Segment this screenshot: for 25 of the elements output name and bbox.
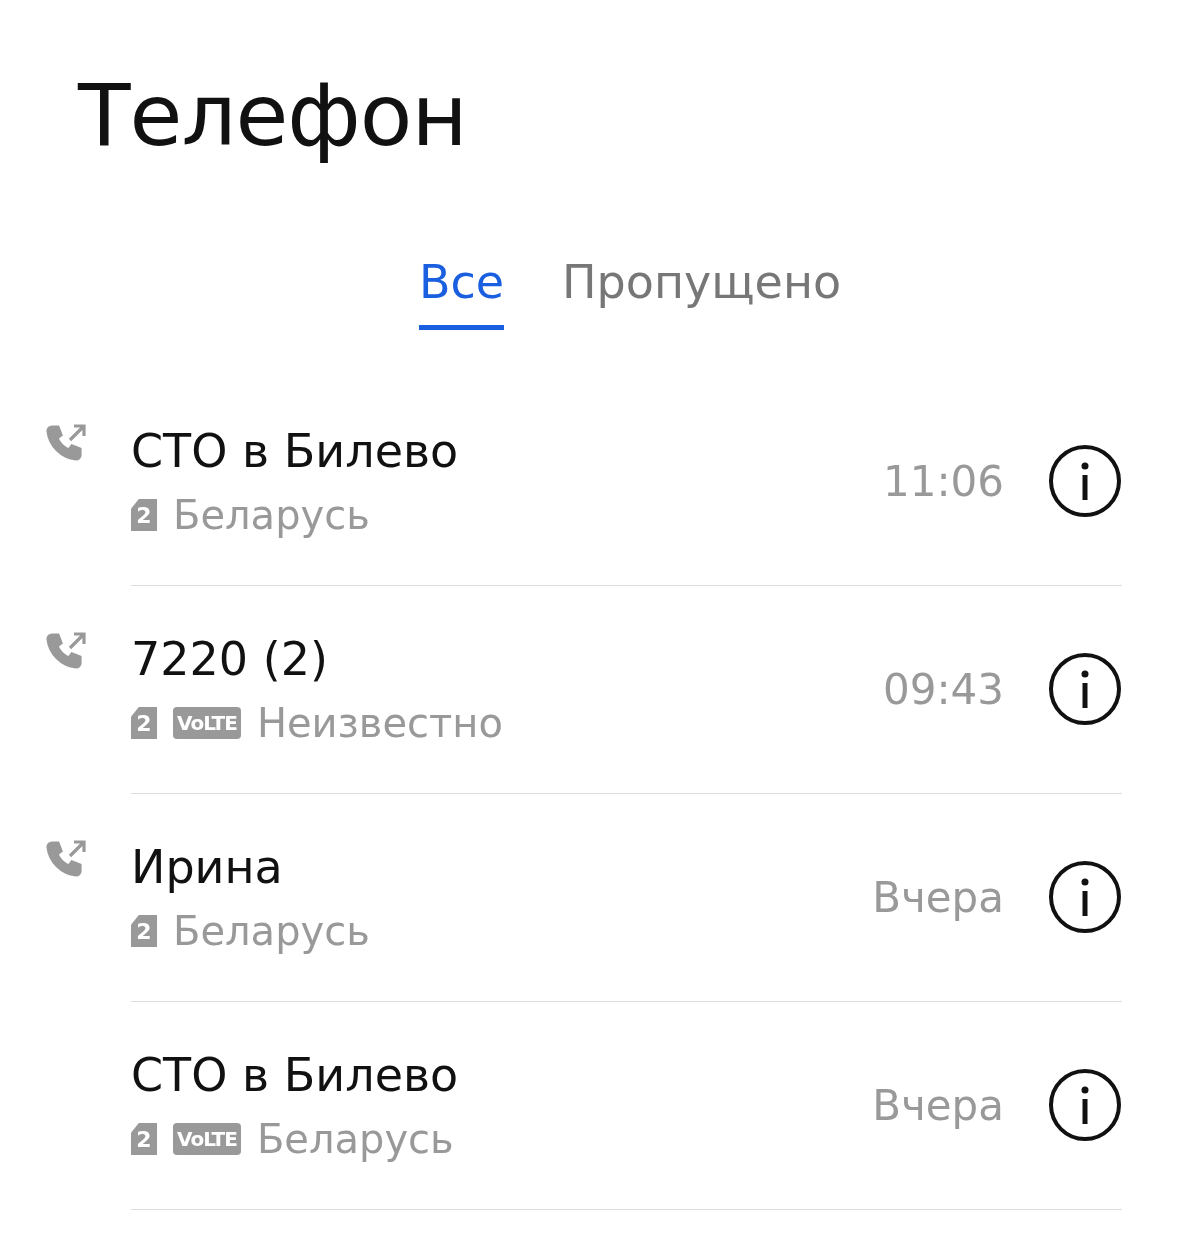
contact-name: 7220 (2): [131, 632, 329, 687]
call-location: Беларусь: [256, 1116, 454, 1163]
sim-badge: 2: [131, 707, 157, 740]
call-location: Беларусь: [173, 492, 370, 539]
tab[interactable]: Пропущено: [562, 254, 842, 330]
contact-name: СТО в Билево: [131, 424, 460, 479]
call-time: 11:06: [882, 456, 1004, 506]
call-location: Неизвестно: [256, 700, 503, 747]
info-icon[interactable]: [1048, 652, 1122, 727]
call-time: Вчера: [872, 872, 1004, 922]
sim-badge: 2: [131, 1123, 157, 1156]
volte-badge: VoLTE: [173, 1123, 241, 1156]
volte-badge: VoLTE: [173, 707, 241, 740]
contact-name: СТО в Билево: [131, 1048, 460, 1103]
call-location: Беларусь: [173, 908, 370, 955]
tab[interactable]: Все: [418, 254, 505, 330]
contact-name: Ирина: [131, 840, 284, 895]
info-icon[interactable]: [1048, 1068, 1122, 1143]
app-title: Телефон: [76, 64, 468, 163]
call-time: 09:43: [882, 664, 1004, 714]
info-icon[interactable]: [1048, 444, 1122, 519]
info-icon[interactable]: [1048, 860, 1122, 935]
sim-badge: 2: [131, 915, 157, 948]
sim-badge: 2: [131, 499, 157, 532]
call-time: Вчера: [872, 1080, 1004, 1130]
